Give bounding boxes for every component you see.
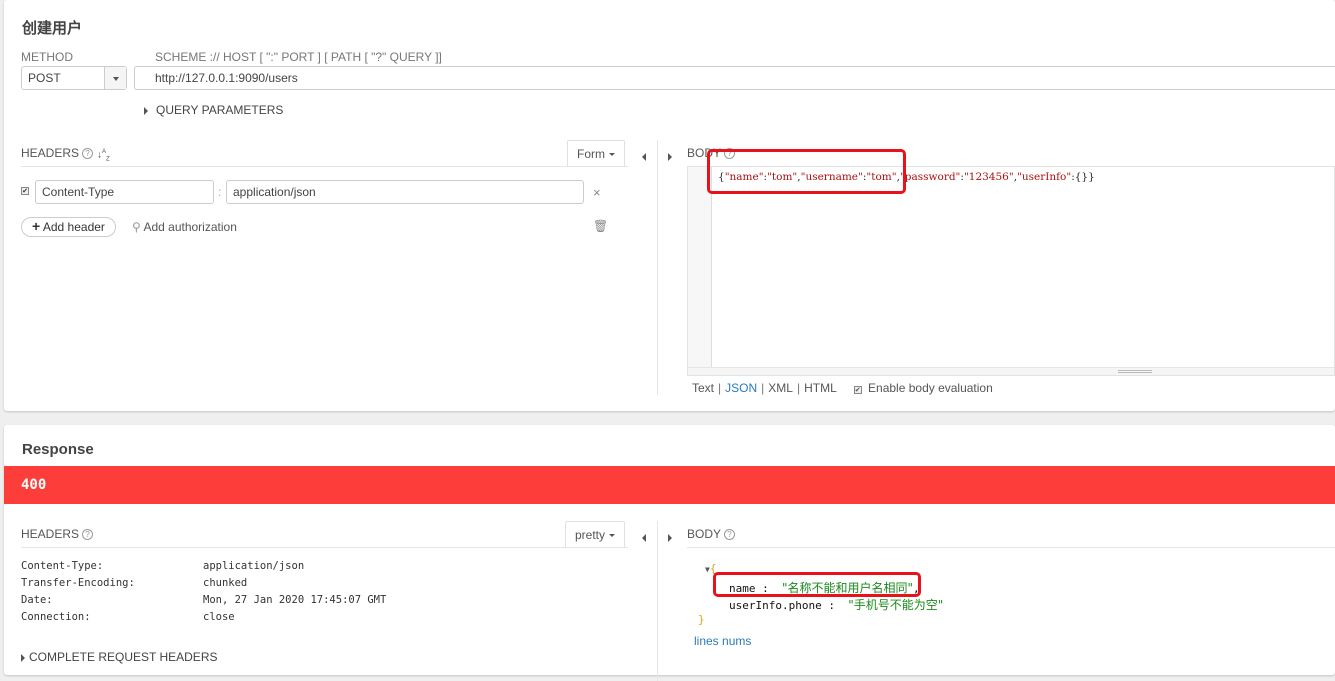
caret-left-icon [642,153,646,161]
status-code: 400 [21,477,47,493]
query-parameters-label: QUERY PARAMETERS [156,103,284,117]
json-field: userInfo.phone : "手机号不能为空" [729,598,944,612]
help-icon[interactable]: ? [82,148,94,159]
complete-request-headers-label: COMPLETE REQUEST HEADERS [29,650,218,664]
request-panel: 创建用户 METHOD SCHEME :// HOST [ ":" PORT ]… [4,0,1335,411]
header-value-input[interactable]: application/json [226,180,584,204]
response-title: Response [22,441,94,458]
divider [21,547,628,548]
response-body-label: BODY [687,527,722,541]
expand-right-button[interactable] [668,148,680,166]
complete-request-headers-toggle[interactable]: COMPLETE REQUEST HEADERS [21,650,217,664]
url-format-label: SCHEME :// HOST [ ":" PORT ] [ PATH [ "?… [155,50,442,64]
enable-body-evaluation-checkbox[interactable]: ✔ [853,386,862,394]
header-separator: : [218,185,222,199]
plus-icon: + [32,218,41,234]
format-json[interactable]: JSON [725,381,757,395]
headers-mode-label: Form [577,147,605,161]
method-label: METHOD [21,50,73,64]
caret-right-icon [144,106,148,115]
status-bar: 400 [4,466,1335,504]
enable-body-evaluation-label: Enable body evaluation [868,381,993,395]
divider [21,166,628,167]
add-authorization-link[interactable]: ⚲ Add authorization [132,220,237,234]
request-title: 创建用户 [22,20,83,37]
caret-down-icon [609,153,615,157]
expand-right-button[interactable] [668,529,680,547]
body-format-switcher: Text | JSON | XML | HTML ✔ Enable body evaluat… [692,381,993,395]
collapse-left-button[interactable] [642,529,646,547]
key-icon: ⚲ [132,220,141,234]
editor-resize-handle[interactable] [688,367,1334,375]
url-input[interactable]: http://127.0.0.1:9090/users [134,66,1335,90]
response-body-heading: BODY? [687,527,736,541]
method-dropdown-toggle[interactable] [104,67,126,89]
body-editor[interactable]: {"name":"tom","username":"tom","password… [687,166,1335,376]
panel-splitter[interactable] [657,140,658,395]
headers-mode-dropdown[interactable]: Form [567,140,625,166]
json-string-token: "password" [899,171,961,183]
header-enabled-checkbox[interactable]: ✔ [21,187,29,195]
highlight-annotation [713,572,921,597]
panel-splitter[interactable] [657,521,658,681]
add-authorization-label: Add authorization [143,220,237,234]
json-close-brace: } [698,613,705,626]
caret-right-icon [21,653,25,662]
trash-icon[interactable]: 🗑 [593,219,608,233]
divider [687,547,1335,548]
highlight-annotation [707,149,906,194]
format-html[interactable]: HTML [804,381,836,395]
request-headers-label: HEADERS [21,146,80,160]
method-value: POST [28,71,61,85]
format-xml[interactable]: XML [768,381,793,395]
json-string-token: "userInfo" [1017,171,1072,183]
json-punct-token: :{}} [1071,171,1095,183]
response-headers-mode-dropdown[interactable]: pretty [565,521,626,547]
sort-az-icon[interactable]: ↓AZ [97,149,110,162]
query-parameters-toggle[interactable]: QUERY PARAMETERS [144,103,283,117]
response-headers-mode-label: pretty [575,528,606,542]
response-headers-heading: HEADERS? [21,527,94,541]
caret-down-icon [609,534,616,538]
method-select[interactable]: POST [21,66,127,90]
json-string-token: "123456" [963,171,1014,183]
help-icon[interactable]: ? [724,529,736,540]
caret-left-icon [642,534,646,542]
response-panel: Response 400 HEADERS? pretty Content-Typ… [4,425,1335,681]
editor-gutter [688,167,712,367]
header-name-input[interactable]: Content-Type [35,180,214,204]
response-headers-label: HEADERS [21,527,80,541]
caret-right-icon [668,533,672,542]
request-headers-heading: HEADERS? ↓AZ [21,146,110,162]
help-icon[interactable]: ? [82,529,94,540]
caret-right-icon [668,152,672,161]
caret-down-icon [113,77,119,81]
add-header-label: Add header [42,220,105,234]
lines-nums-toggle[interactable]: lines nums [694,634,751,648]
format-text[interactable]: Text [692,381,714,395]
collapse-left-button[interactable] [642,148,646,166]
remove-header-icon[interactable]: × [593,185,601,200]
add-header-button[interactable]: + Add header [21,217,116,237]
